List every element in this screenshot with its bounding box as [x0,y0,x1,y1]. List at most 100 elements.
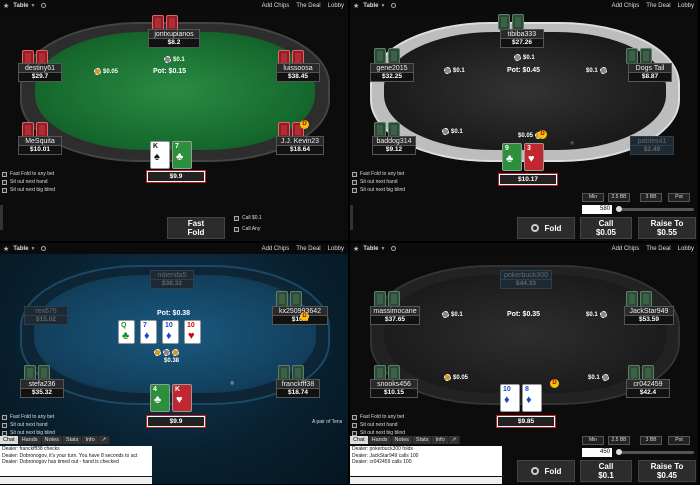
size-2.5bb-button[interactable]: 2.5 BB [608,436,630,445]
table-menu[interactable]: Table ▼ [363,246,385,252]
size-2.5bb-button[interactable]: 2.5 BB [608,193,630,202]
seat-player[interactable]: mbenda5 $38.32 [150,270,194,289]
star-icon[interactable]: ★ [353,2,359,10]
option-row[interactable]: Fast Fold to any bet [352,413,405,421]
seat-player[interactable]: cr042459 $42.4 [626,379,670,398]
checkbox[interactable] [2,422,7,428]
popout-icon[interactable]: ↗ [448,436,461,444]
star-icon[interactable]: ★ [353,245,359,253]
option-row[interactable]: Fast Fold to any bet [2,413,55,421]
checkbox[interactable] [352,414,357,420]
bet-slider[interactable] [616,206,694,212]
seat-player[interactable]: rex675 $15.02 [24,306,68,325]
the-deal-button[interactable]: The Deal [296,3,320,9]
tab-hands[interactable]: Hands [368,436,392,444]
seat-player[interactable]: pokerbuck300 $44.33 [500,270,552,289]
size-min-button[interactable]: Min [582,436,604,445]
lobby-button[interactable]: Lobby [678,246,694,252]
tab-notes[interactable]: Notes [391,436,413,444]
option-row[interactable]: Fast Fold to any bet [352,170,405,178]
seat-player[interactable]: gene2015 $32.25 [370,63,414,82]
slider-knob[interactable] [616,449,622,455]
checkbox[interactable] [352,179,357,185]
size-pot-button[interactable]: Pot [668,193,690,202]
side-scroll[interactable] [350,205,353,230]
add-chips-button[interactable]: Add Chips [262,246,290,252]
option-row[interactable]: Fast Fold to any bet [2,170,55,178]
table-menu[interactable]: Table ▼ [363,3,385,9]
table-menu[interactable]: Table ▼ [13,246,35,252]
record-icon[interactable] [41,3,47,8]
the-deal-button[interactable]: The Deal [646,3,670,9]
tab-stats[interactable]: Stats [412,436,433,444]
raise-button[interactable]: Raise To $0.55 [638,217,696,239]
raise-button[interactable]: Raise To $0.45 [638,460,696,482]
call-button[interactable]: Call $0.1 [580,460,632,482]
seat-player[interactable]: patries41 $2.49 [630,136,674,155]
size-min-button[interactable]: Min [582,193,604,202]
seat-player[interactable]: stefa236 $35.32 [20,379,64,398]
bet-amount-input[interactable]: 580 [582,205,612,214]
tab-info[interactable]: Info [82,436,99,444]
add-chips-button[interactable]: Add Chips [612,246,640,252]
checkbox[interactable] [2,171,7,177]
seat-player[interactable]: jontxupianos $8.2 [148,29,200,48]
chat-input[interactable] [350,477,502,484]
seat-player[interactable]: luissoosa $38.45 [276,63,320,82]
seat-player[interactable]: Dogs Tail $8.87 [628,63,672,82]
option-row[interactable]: Sit out next hand [352,178,405,186]
lobby-button[interactable]: Lobby [678,3,694,9]
checkbox[interactable] [234,226,239,232]
seat-player[interactable]: snooks456 $10.15 [370,379,418,398]
record-icon[interactable] [391,246,397,251]
checkbox[interactable] [352,187,357,193]
side-scroll[interactable] [0,205,3,230]
bet-amount-input[interactable]: 450 [582,448,612,457]
bet-slider[interactable] [616,449,694,455]
checkbox[interactable] [352,422,357,428]
tab-info[interactable]: Info [432,436,449,444]
call-button[interactable]: Call $0.05 [580,217,632,239]
seat-player[interactable]: destiny61 $29.7 [18,63,62,82]
size-3bb-button[interactable]: 3 BB [640,436,662,445]
the-deal-button[interactable]: The Deal [296,246,320,252]
chat-log[interactable]: Dealer: franckfff38 checks Dealer: Dobro… [0,446,152,476]
chat-input[interactable] [0,477,152,484]
checkbox[interactable] [2,430,7,436]
checkbox[interactable] [234,215,239,221]
option-row[interactable]: Sit out next big blind [2,186,55,194]
tab-notes[interactable]: Notes [41,436,63,444]
size-3bb-button[interactable]: 3 BB [640,193,662,202]
tab-stats[interactable]: Stats [62,436,83,444]
record-icon[interactable] [41,246,47,251]
tab-chat[interactable]: Chat [0,436,19,444]
option-row[interactable]: Call $0.1 [234,214,262,222]
size-pot-button[interactable]: Pot [668,436,690,445]
chat-log[interactable]: Dealer: pokerbuck300 folds Dealer: JackS… [350,446,502,476]
checkbox[interactable] [2,179,7,185]
slider-knob[interactable] [616,206,622,212]
checkbox[interactable] [2,187,7,193]
add-chips-button[interactable]: Add Chips [262,3,290,9]
seat-player[interactable]: MeSquita $10.01 [18,136,62,155]
checkbox[interactable] [352,430,357,436]
lobby-button[interactable]: Lobby [328,246,344,252]
option-row[interactable]: Sit out next hand [2,421,55,429]
option-row[interactable]: Call Any [234,225,262,233]
seat-player[interactable]: tibiba333 $27.26 [500,29,544,48]
fold-button[interactable]: Fold [517,460,575,482]
table-menu[interactable]: Table ▼ [13,3,35,9]
the-deal-button[interactable]: The Deal [646,246,670,252]
seat-player[interactable]: JackStar949 $53.59 [624,306,674,325]
option-row[interactable]: Sit out next hand [2,178,55,186]
add-chips-button[interactable]: Add Chips [612,3,640,9]
tab-hands[interactable]: Hands [18,436,42,444]
tab-chat[interactable]: Chat [350,436,369,444]
checkbox[interactable] [2,414,7,420]
fold-button[interactable]: Fold [517,217,575,239]
fast-fold-button[interactable]: Fast Fold [167,217,225,239]
seat-player[interactable]: baddog314 $9.12 [372,136,416,155]
popout-icon[interactable]: ↗ [98,436,111,444]
record-icon[interactable] [391,3,397,8]
checkbox[interactable] [352,171,357,177]
